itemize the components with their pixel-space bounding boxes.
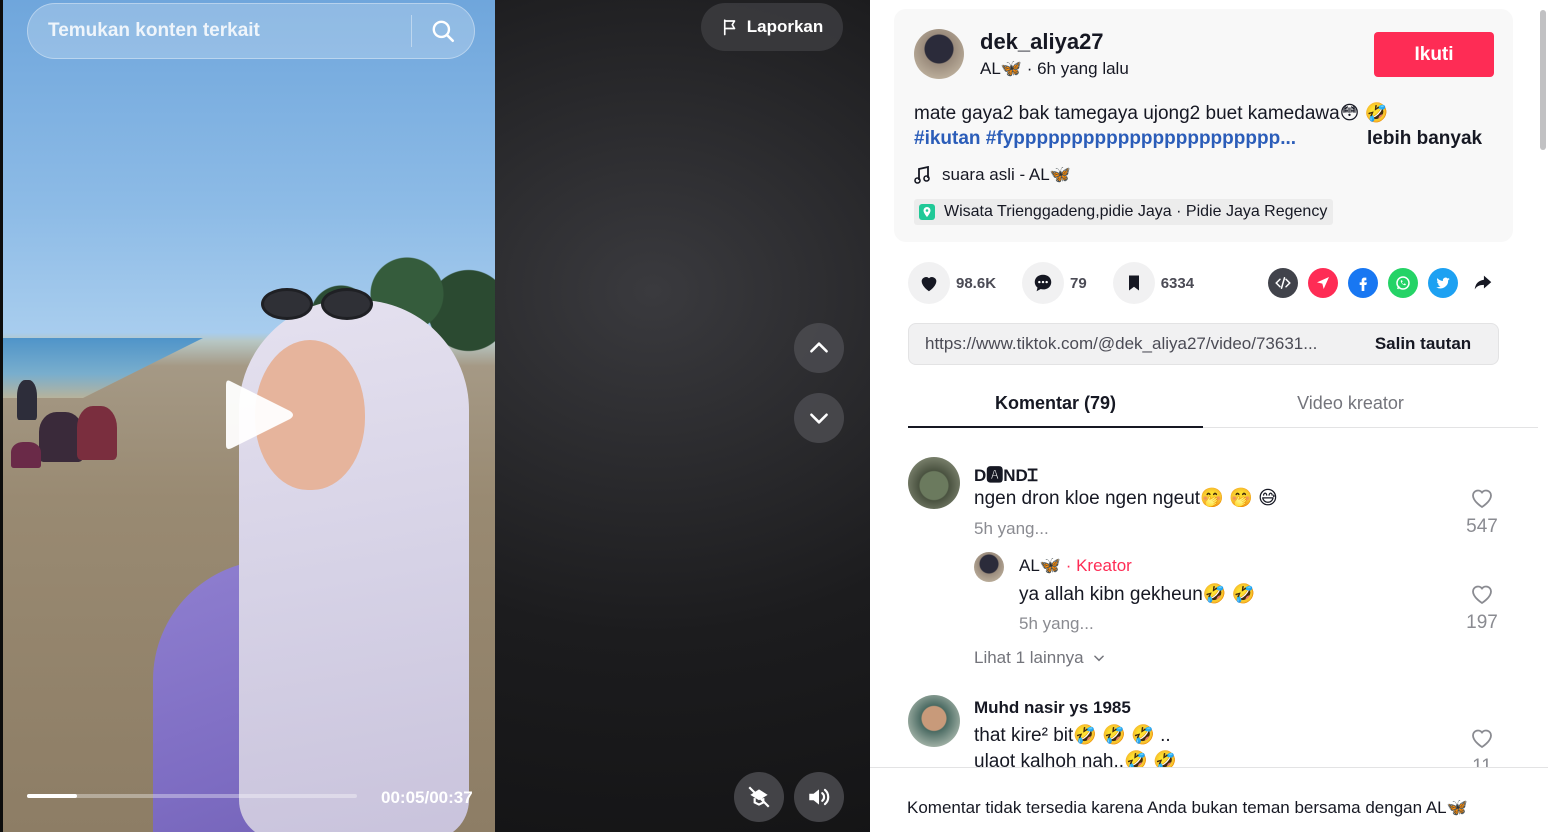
progress-bar[interactable]: [27, 794, 357, 798]
twitter-icon[interactable]: [1428, 268, 1458, 298]
comment-text: that kire² bit🤣 🤣 🤣 ..: [974, 725, 1171, 746]
video-link-box: https://www.tiktok.com/@dek_aliya27/vide…: [908, 323, 1499, 365]
view-more-replies-label: Lihat 1 lainnya: [974, 648, 1084, 667]
comment-count: 79: [1070, 274, 1087, 292]
comment-footer: Komentar tidak tersedia karena Anda buka…: [870, 767, 1548, 832]
share-arrow-icon[interactable]: [1468, 268, 1498, 298]
tab-creator-videos[interactable]: Video kreator: [1203, 380, 1498, 428]
action-bar: 98.6K 79 6334: [908, 262, 1220, 304]
flag-icon: [723, 19, 736, 36]
reply-like-button[interactable]: 197: [1462, 583, 1502, 634]
video-time: 00:05/00:37: [381, 788, 473, 807]
comment-author-name[interactable]: Muhd nasir ys 1985: [974, 698, 1131, 718]
location-tag[interactable]: Wisata Trienggadeng,pidie Jaya · Pidie J…: [914, 199, 1334, 225]
like-button[interactable]: 98.6K: [908, 262, 996, 304]
caption-hashtags[interactable]: #ikutan #fyppppppppppppppppppppppp...: [914, 128, 1296, 150]
comment-like-button[interactable]: 547: [1462, 487, 1502, 538]
location-pin-icon: [919, 204, 935, 220]
comment-text-line-2: ulaot kalhoh nah..🤣 🤣: [974, 751, 1177, 767]
comment-tabs: Komentar (79) Video kreator: [908, 380, 1538, 428]
scroll-thumb[interactable]: [1540, 10, 1546, 150]
heart-outline-icon: [1472, 489, 1492, 509]
reply-author: AL🦋 · Kreator: [1019, 556, 1132, 576]
floating-player-icon: [748, 786, 770, 808]
comment-icon: [1034, 274, 1052, 292]
detail-panel: dek_aliya27 AL🦋 · 6h yang lalu Ikuti mat…: [870, 0, 1548, 832]
heart-outline-icon: [1472, 729, 1492, 749]
caption-more-link[interactable]: lebih banyak: [1367, 128, 1482, 150]
save-button[interactable]: 6334: [1112, 262, 1195, 304]
music-note-icon: [914, 166, 930, 184]
comment-button[interactable]: 79: [1022, 262, 1087, 304]
comment-author-name[interactable]: D🅰NDꞮ: [974, 461, 1037, 486]
comment-unavailable-notice: Komentar tidak tersedia karena Anda buka…: [907, 798, 1468, 817]
music-link[interactable]: suara asli - AL🦋: [914, 165, 1071, 185]
facebook-icon[interactable]: [1348, 268, 1378, 298]
search-icon: [432, 20, 455, 43]
volume-icon: [809, 788, 830, 806]
author-nickname: AL🦋: [980, 59, 1022, 78]
comment-like-count: 11: [1472, 756, 1492, 767]
video-background-people: [11, 372, 121, 472]
reply-item: AL🦋 · Kreator ya allah kibn gekheun🤣 🤣 5…: [974, 552, 1538, 642]
whatsapp-icon[interactable]: [1388, 268, 1418, 298]
comment-list: D🅰NDꞮ ngen dron kloe ngen ngeut🤭 🤭 😅 5h …: [908, 430, 1538, 767]
floating-player-button[interactable]: [734, 772, 784, 822]
report-label: Laporkan: [746, 17, 824, 36]
report-button[interactable]: Laporkan: [701, 3, 843, 51]
chevron-down-icon: [1093, 655, 1104, 662]
comment-like-button[interactable]: 11: [1462, 727, 1502, 767]
comment-text: ngen dron kloe ngen ngeut🤭 🤭 😅: [974, 488, 1278, 509]
author-subline: AL🦋 · 6h yang lalu: [980, 59, 1129, 79]
heart-icon: [921, 277, 937, 292]
send-to-friends-icon[interactable]: [1308, 268, 1338, 298]
follow-button[interactable]: Ikuti: [1374, 32, 1494, 77]
comment-time: 5h yang...: [974, 519, 1049, 538]
comment-item: D🅰NDꞮ ngen dron kloe ngen ngeut🤭 🤭 😅 5h …: [908, 457, 1538, 547]
dot-separator: ·: [1026, 59, 1038, 78]
panel-scrollbar[interactable]: [1538, 0, 1548, 832]
share-icons: [1268, 268, 1498, 298]
comment-avatar[interactable]: [908, 457, 960, 509]
music-label: suara asli - AL🦋: [942, 165, 1071, 184]
reply-author-name[interactable]: AL🦋: [1019, 556, 1061, 575]
heart-outline-icon: [1472, 585, 1492, 605]
related-search-input[interactable]: [28, 20, 411, 42]
comment-item: Muhd nasir ys 1985 that kire² bit🤣 🤣 🤣 .…: [908, 695, 1538, 767]
author-time-ago: 6h yang lalu: [1037, 59, 1129, 78]
reply-time: 5h yang...: [1019, 614, 1094, 633]
video-subject-sunglasses: [261, 288, 381, 324]
comment-avatar[interactable]: [908, 695, 960, 747]
video-player[interactable]: 00:05/00:37: [3, 0, 495, 832]
creator-badge: · Kreator: [1065, 556, 1132, 575]
video-caption: mate gaya2 bak tamegaya ujong2 buet kame…: [914, 103, 1389, 124]
comment-like-count: 547: [1466, 516, 1498, 537]
author-card: dek_aliya27 AL🦋 · 6h yang lalu Ikuti mat…: [894, 9, 1513, 242]
location-label: Wisata Trienggadeng,pidie Jaya · Pidie J…: [944, 203, 1328, 220]
related-search-box: [27, 3, 475, 59]
chevron-up-icon: [810, 342, 828, 353]
author-username[interactable]: dek_aliya27: [980, 29, 1104, 55]
reply-avatar[interactable]: [974, 552, 1004, 582]
embed-icon[interactable]: [1268, 268, 1298, 298]
bookmark-icon: [1128, 275, 1139, 291]
reply-text: ya allah kibn gekheun🤣 🤣: [1019, 584, 1256, 605]
play-icon[interactable]: [222, 375, 296, 455]
search-button[interactable]: [412, 3, 474, 59]
video-link-text[interactable]: https://www.tiktok.com/@dek_aliya27/vide…: [909, 334, 1348, 354]
like-count: 98.6K: [956, 274, 997, 292]
author-avatar[interactable]: [914, 29, 964, 79]
progress-fill: [27, 794, 77, 798]
previous-video-button[interactable]: [794, 323, 844, 373]
chevron-down-icon: [810, 413, 828, 424]
video-stage: 00:05/00:37 Laporkan: [0, 0, 870, 832]
volume-button[interactable]: [794, 772, 844, 822]
reply-like-count: 197: [1466, 612, 1498, 633]
save-count: 6334: [1160, 274, 1195, 292]
tab-comments[interactable]: Komentar (79): [908, 380, 1203, 428]
copy-link-button[interactable]: Salin tautan: [1348, 334, 1498, 354]
next-video-button[interactable]: [794, 393, 844, 443]
view-more-replies[interactable]: Lihat 1 lainnya: [974, 648, 1106, 668]
